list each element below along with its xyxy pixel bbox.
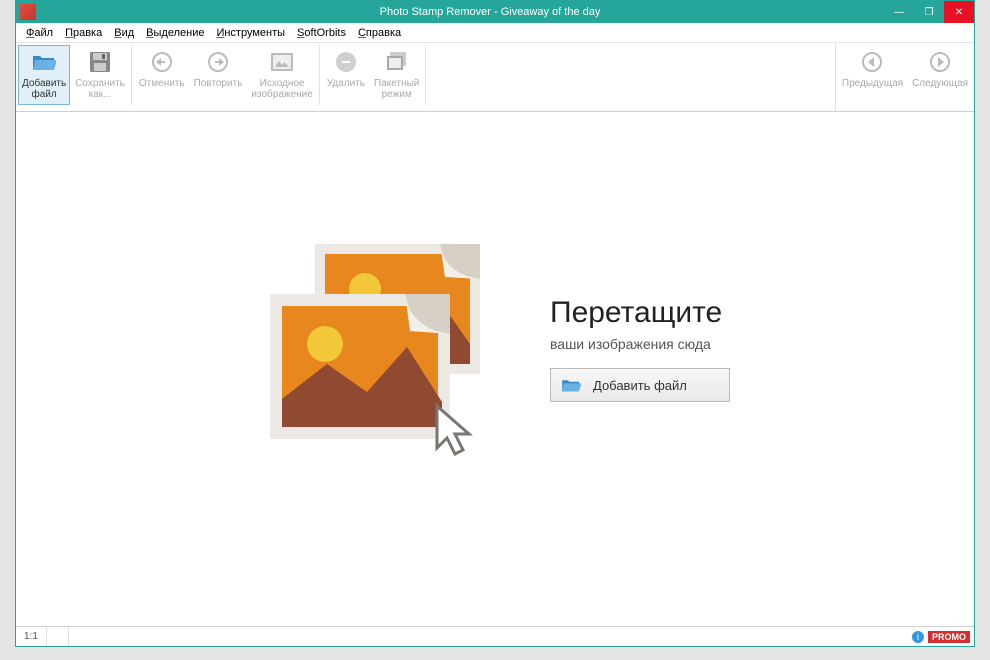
drop-illustration xyxy=(260,234,520,464)
drop-area: Перетащите ваши изображения сюда Добавит… xyxy=(260,234,730,464)
previous-icon xyxy=(860,50,884,74)
toolbar-undo[interactable]: Отменить xyxy=(135,45,189,105)
statusbar: 1:1 i PROMO xyxy=(16,626,974,646)
window-title: Photo Stamp Remover - Giveaway of the da… xyxy=(36,6,974,18)
toolbar-label: Предыдущая xyxy=(842,78,903,89)
folder-open-icon xyxy=(561,377,581,393)
save-icon xyxy=(88,50,112,74)
status-empty xyxy=(47,627,69,646)
drop-title: Перетащите xyxy=(550,296,730,330)
toolbar-label: Пакетныйрежим xyxy=(374,78,419,100)
redo-icon xyxy=(206,50,230,74)
toolbar-label: Повторить xyxy=(194,78,243,89)
folder-open-icon xyxy=(32,50,56,74)
undo-icon xyxy=(150,50,174,74)
toolbar-previous[interactable]: Предыдущая xyxy=(838,45,907,105)
titlebar: Photo Stamp Remover - Giveaway of the da… xyxy=(16,1,974,23)
next-icon xyxy=(928,50,952,74)
menu-edit[interactable]: Правка xyxy=(59,27,108,39)
toolbar-label: Удалить xyxy=(327,78,365,89)
original-image-icon xyxy=(270,50,294,74)
menu-help[interactable]: Справка xyxy=(352,27,407,39)
toolbar-label: Добавитьфайл xyxy=(22,78,66,100)
toolbar-delete[interactable]: Удалить xyxy=(323,45,369,105)
app-window: Photo Stamp Remover - Giveaway of the da… xyxy=(15,0,975,647)
toolbar-label: Следующая xyxy=(912,78,968,89)
toolbar-batch[interactable]: Пакетныйрежим xyxy=(370,45,423,105)
delete-icon xyxy=(334,50,358,74)
content-area: Перетащите ваши изображения сюда Добавит… xyxy=(16,112,974,626)
menu-tools[interactable]: Инструменты xyxy=(210,27,291,39)
drop-subtitle: ваши изображения сюда xyxy=(550,336,730,352)
toolbar-next[interactable]: Следующая xyxy=(908,45,972,105)
window-controls: — ❐ ✕ xyxy=(884,1,974,23)
info-icon[interactable]: i xyxy=(912,631,924,643)
toolbar-add-file[interactable]: Добавитьфайл xyxy=(18,45,70,105)
toolbar-label: Сохранитькак... xyxy=(75,78,125,100)
menu-view[interactable]: Вид xyxy=(108,27,140,39)
menu-file[interactable]: Файл xyxy=(20,27,59,39)
promo-badge[interactable]: PROMO xyxy=(928,631,970,643)
close-button[interactable]: ✕ xyxy=(944,1,974,23)
toolbar-redo[interactable]: Повторить xyxy=(190,45,247,105)
maximize-button[interactable]: ❐ xyxy=(914,1,944,23)
toolbar-label: Исходноеизображение xyxy=(251,78,312,100)
minimize-button[interactable]: — xyxy=(884,1,914,23)
app-icon xyxy=(20,4,36,20)
zoom-level[interactable]: 1:1 xyxy=(16,627,47,646)
menu-softorbits[interactable]: SoftOrbits xyxy=(291,27,352,39)
toolbar-save-as[interactable]: Сохранитькак... xyxy=(71,45,129,105)
toolbar-label: Отменить xyxy=(139,78,185,89)
toolbar: Добавитьфайл Сохранитькак... Отменить xyxy=(16,43,974,112)
add-file-button[interactable]: Добавить файл xyxy=(550,368,730,402)
batch-mode-icon xyxy=(385,50,409,74)
add-file-label: Добавить файл xyxy=(593,378,687,393)
toolbar-original[interactable]: Исходноеизображение xyxy=(247,45,316,105)
menu-select[interactable]: Выделение xyxy=(140,27,210,39)
menubar: Файл Правка Вид Выделение Инструменты So… xyxy=(16,23,974,43)
